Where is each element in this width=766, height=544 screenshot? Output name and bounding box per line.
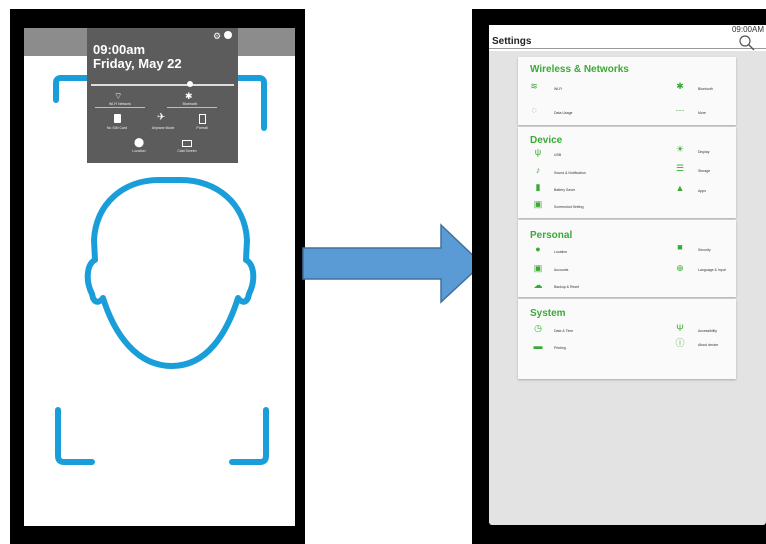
item-about-device[interactable]: About device — [698, 343, 718, 347]
bracket-top-left — [53, 75, 91, 103]
qs-bluetooth-label: Bluetooth — [182, 102, 198, 106]
card-device: Device ψ USB ☀ Display ♪ Sound & Notific… — [518, 127, 736, 218]
sim-card-icon[interactable] — [114, 114, 121, 123]
bracket-bottom-left — [55, 407, 95, 465]
printer-icon: ▬ — [533, 341, 543, 351]
right-arrow-icon — [302, 223, 484, 304]
item-date-time[interactable]: Date & Time — [554, 329, 573, 333]
wifi-icon: ≋ — [530, 81, 538, 91]
lock-time: 09:00am — [93, 42, 146, 57]
item-bluetooth[interactable]: Bluetooth — [698, 87, 713, 91]
status-time: 09:00AM — [731, 25, 764, 34]
item-accessibility[interactable]: Accessibility — [698, 329, 717, 333]
card-personal: Personal ● Location ■ Security ▣ Account… — [518, 220, 736, 297]
item-display[interactable]: Display — [698, 150, 709, 154]
globe-icon: ⊕ — [676, 263, 684, 273]
item-more[interactable]: More — [698, 111, 706, 115]
location-pin-icon[interactable]: ⬤ — [134, 137, 144, 148]
item-language-input[interactable]: Language & Input — [698, 268, 726, 272]
item-accounts[interactable]: Accounts — [554, 268, 568, 272]
clock-icon: ◷ — [534, 323, 542, 333]
search-icon[interactable] — [738, 34, 756, 52]
bell-icon: ♪ — [535, 165, 541, 175]
section-title-device: Device — [530, 135, 563, 146]
battery-icon: ▮ — [535, 182, 541, 192]
more-icon: ⋯ — [675, 105, 685, 115]
qs-wifi-label: Wi-Fi Network — [109, 102, 131, 106]
item-sound[interactable]: Sound & Notification — [554, 171, 586, 175]
item-security[interactable]: Security — [698, 248, 711, 252]
location-pin-icon: ● — [535, 244, 541, 254]
cloud-upload-icon: ☁ — [533, 280, 543, 290]
wifi-icon[interactable]: ⌔ — [114, 91, 122, 102]
screenshot-icon: ▣ — [533, 199, 543, 209]
airplane-icon[interactable]: ✈ — [157, 112, 165, 123]
cast-screen-icon[interactable] — [182, 140, 192, 147]
display-icon: ☀ — [675, 144, 685, 154]
item-printing[interactable]: Printing — [554, 346, 566, 350]
accounts-icon: ▣ — [533, 263, 543, 273]
section-title-wireless: Wireless & Networks — [530, 64, 629, 75]
section-title-system: System — [530, 308, 566, 319]
bracket-bottom-right — [229, 407, 269, 465]
portrait-icon[interactable] — [199, 114, 206, 124]
card-wireless-networks: Wireless & Networks ≋ Wi-Fi ✱ Bluetooth … — [518, 57, 736, 125]
card-system: System ◷ Date & Time Ψ Accessibility ▬ P… — [518, 299, 736, 379]
qs-cast-label: Cast Screen — [177, 149, 197, 153]
bluetooth-icon[interactable]: ✱ — [185, 91, 193, 102]
qs-divider — [95, 107, 145, 108]
qs-portrait-label: Portrait — [196, 126, 208, 130]
info-icon: ⓘ — [675, 338, 685, 348]
usb-icon: ψ — [534, 147, 542, 157]
page-title: Settings — [492, 36, 532, 47]
face-outline-icon — [84, 177, 257, 369]
bluetooth-icon: ✱ — [676, 81, 684, 91]
brightness-handle[interactable] — [187, 81, 193, 87]
item-apps[interactable]: Apps — [698, 189, 706, 193]
quick-settings-panel: 09:00am Friday, May 22 ⚙ ⌔ Wi-Fi Network… — [87, 28, 238, 163]
lock-date: Friday, May 22 — [93, 56, 182, 71]
qs-sim-label: No SIM Card — [106, 126, 128, 130]
item-screenshot-setting[interactable]: Screenshot Setting — [554, 205, 584, 209]
android-icon: ▲ — [675, 183, 685, 193]
qs-airplane-label: Airplane Mode — [151, 126, 175, 130]
item-data-usage[interactable]: Data Usage — [554, 111, 572, 115]
user-avatar-icon[interactable] — [224, 31, 232, 39]
item-wifi[interactable]: Wi-Fi — [554, 87, 562, 91]
item-storage[interactable]: Storage — [698, 169, 710, 173]
accessibility-icon: Ψ — [676, 323, 684, 333]
item-backup-reset[interactable]: Backup & Reset — [554, 285, 579, 289]
section-title-personal: Personal — [530, 230, 573, 241]
brightness-slider[interactable] — [91, 84, 234, 86]
item-usb[interactable]: USB — [554, 153, 561, 157]
lock-icon: ■ — [677, 242, 683, 252]
gear-icon[interactable]: ⚙ — [213, 31, 221, 42]
storage-icon: ☰ — [675, 163, 685, 173]
transition-arrow — [302, 223, 484, 304]
qs-location-label: Location — [132, 149, 146, 153]
qs-divider — [167, 107, 217, 108]
top-bar-divider — [489, 48, 766, 49]
item-location[interactable]: Location — [554, 250, 567, 254]
item-battery-saver[interactable]: Battery Saver — [554, 188, 575, 192]
data-usage-icon: ◌ — [531, 105, 537, 115]
